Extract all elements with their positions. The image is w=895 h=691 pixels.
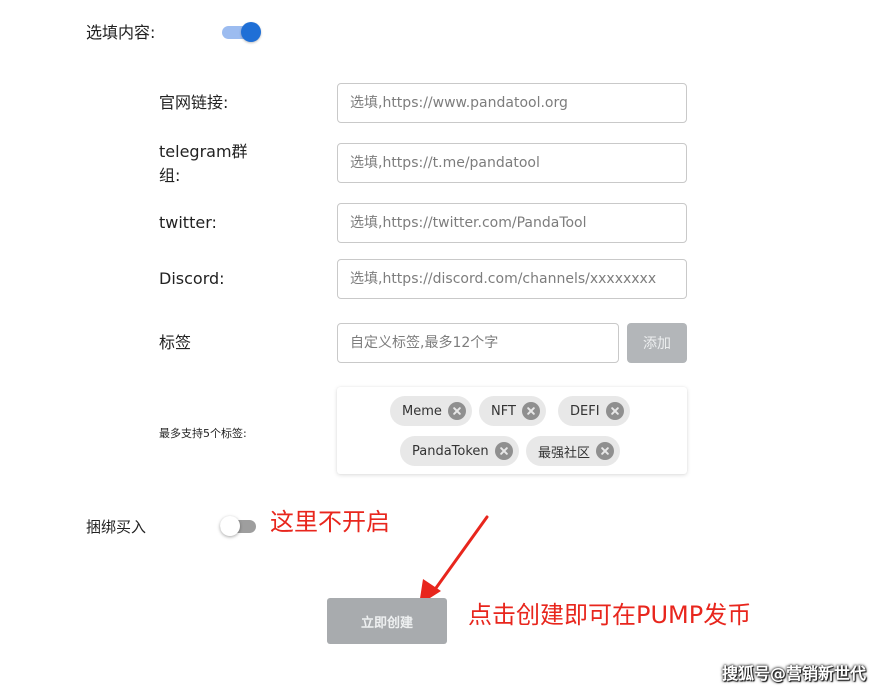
tag-chip: NFT — [479, 396, 546, 426]
annotation-arrow-icon — [419, 515, 489, 605]
create-button[interactable]: 立即创建 — [327, 598, 447, 644]
telegram-input[interactable] — [337, 143, 687, 183]
website-input[interactable] — [337, 83, 687, 123]
discord-label: Discord: — [159, 269, 225, 288]
tag-label: 标签 — [159, 333, 192, 352]
bundle-buy-label: 捆绑买入 — [86, 518, 147, 536]
create-annotation: 点击创建即可在PUMP发币 — [468, 601, 752, 629]
website-label: 官网链接: — [159, 93, 229, 112]
remove-tag-icon[interactable] — [447, 402, 466, 420]
tag-chip-label: DEFI — [570, 403, 600, 419]
watermark: 搜狐号@营销新世代 — [722, 664, 867, 683]
tag-chip: DEFI — [558, 396, 630, 426]
tag-chip: Meme — [390, 396, 472, 426]
add-tag-button[interactable]: 添加 — [627, 323, 687, 363]
bundle-buy-toggle[interactable] — [220, 515, 258, 537]
tag-chip-label: 最强社区 — [538, 445, 591, 461]
toggle-knob — [220, 516, 240, 536]
telegram-label: telegram群组: — [159, 142, 248, 185]
optional-content-label: 选填内容: — [86, 23, 156, 42]
toggle-knob — [241, 22, 261, 42]
tag-chip: 最强社区 — [526, 436, 621, 466]
remove-tag-icon[interactable] — [494, 442, 513, 460]
tag-input[interactable] — [337, 323, 619, 363]
discord-input[interactable] — [337, 259, 687, 299]
tag-chip-label: Meme — [402, 403, 442, 419]
max-tags-label: 最多支持5个标签: — [159, 427, 247, 440]
remove-tag-icon[interactable] — [605, 402, 624, 420]
toggle-annotation: 这里不开启 — [270, 508, 390, 536]
optional-content-toggle[interactable] — [222, 21, 261, 43]
twitter-label: twitter: — [159, 213, 217, 232]
remove-tag-icon[interactable] — [596, 442, 615, 460]
tag-list: Meme NFT DEFI PandaToken 最强社区 — [337, 387, 687, 474]
remove-tag-icon[interactable] — [521, 402, 540, 420]
tag-chip-label: PandaToken — [412, 443, 489, 459]
tag-chip-label: NFT — [491, 403, 516, 419]
twitter-input[interactable] — [337, 203, 687, 243]
tag-chip: PandaToken — [400, 436, 519, 466]
